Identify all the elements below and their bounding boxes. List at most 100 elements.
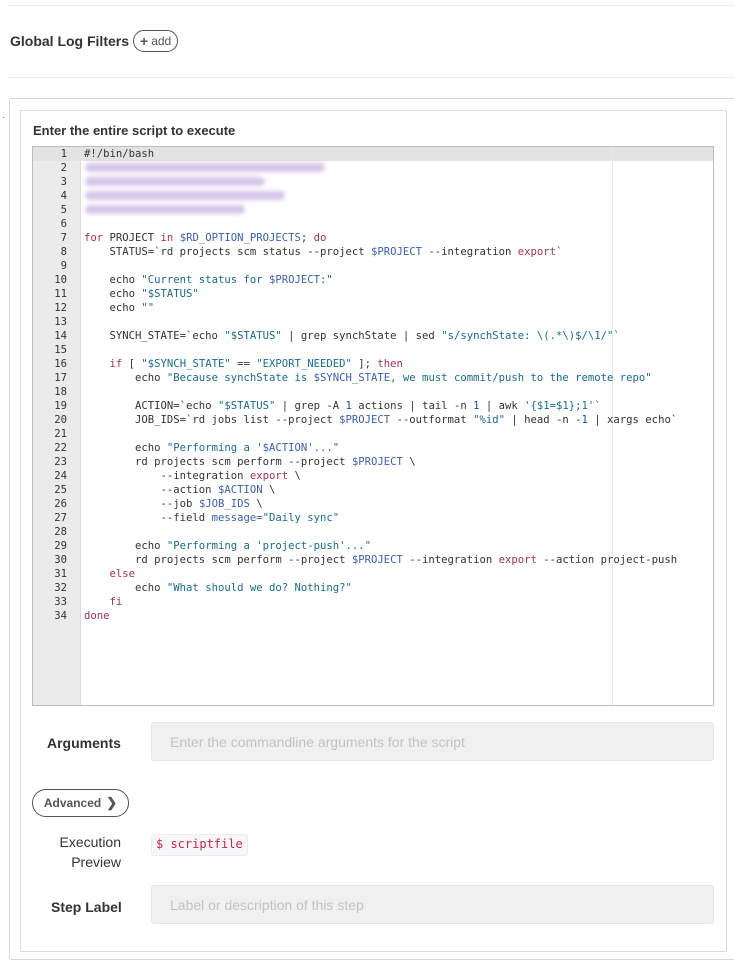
code-token: message= bbox=[211, 512, 263, 524]
code-token: rd projects scm perform --project bbox=[84, 554, 352, 566]
code-text: done bbox=[84, 609, 110, 623]
code-line: 34 done bbox=[33, 609, 713, 623]
code-token: ` bbox=[613, 330, 620, 342]
code-token: | grep -A bbox=[275, 400, 346, 412]
code-token: '..." bbox=[307, 442, 340, 454]
code-text: else bbox=[84, 567, 136, 581]
line-number: 8 bbox=[60, 246, 67, 258]
code-token: done bbox=[84, 610, 110, 622]
line-number: 27 bbox=[54, 512, 67, 524]
line-number: 28 bbox=[54, 526, 67, 538]
code-token: rd projects scm perform --project bbox=[84, 456, 352, 468]
arguments-label: Arguments bbox=[47, 735, 121, 751]
code-line: 32 echo "What should we do? Nothing?" bbox=[33, 581, 713, 595]
code-line: 26 --job $JOB_IDS \ bbox=[33, 497, 713, 511]
code-text: if [ "$SYNCH_STATE" == "EXPORT_NEEDED" ]… bbox=[84, 357, 403, 371]
line-number: 17 bbox=[54, 372, 67, 384]
line-number: 26 bbox=[54, 498, 67, 510]
line-number: 21 bbox=[54, 428, 67, 440]
code-token: --integration bbox=[422, 246, 518, 258]
code-token: echo bbox=[84, 274, 142, 286]
code-token: echo bbox=[84, 302, 142, 314]
code-token: "EXPORT_NEEDED" bbox=[256, 358, 352, 370]
code-token: --action project-push bbox=[536, 554, 678, 566]
code-token: else bbox=[109, 568, 136, 580]
section-divider bbox=[8, 77, 734, 78]
code-text: fi bbox=[84, 595, 123, 609]
code-token: "Daily sync" bbox=[262, 512, 340, 524]
code-token: $PROJECT bbox=[351, 456, 403, 468]
line-number: 23 bbox=[54, 456, 67, 468]
global-log-filters: Global Log Filters + add bbox=[10, 30, 179, 52]
code-text: echo "Current status for $PROJECT:" bbox=[84, 273, 333, 287]
code-token: SYNCH_STATE=`echo bbox=[84, 330, 225, 342]
code-text: #!/bin/bash bbox=[84, 147, 154, 161]
line-number: 25 bbox=[54, 484, 67, 496]
line-number: 33 bbox=[54, 596, 67, 608]
code-line: 31 else bbox=[33, 567, 713, 581]
code-token: ` bbox=[594, 400, 601, 412]
code-line: 19 ACTION=`echo "$STATUS" | grep -A 1 ac… bbox=[33, 399, 713, 413]
execution-label-line1: Execution bbox=[59, 834, 121, 850]
code-token: $SYNCH_STATE bbox=[313, 372, 391, 384]
code-token: $RD_OPTION_PROJECTS bbox=[179, 232, 301, 244]
code-token: ; bbox=[300, 232, 314, 244]
code-token: echo bbox=[84, 540, 167, 552]
code-line: 20 JOB_IDS=`rd jobs list --project $PROJ… bbox=[33, 413, 713, 427]
code-token: "$STATUS" bbox=[141, 288, 199, 300]
code-text: --action $ACTION \ bbox=[84, 483, 276, 497]
line-number: 16 bbox=[54, 358, 67, 370]
code-token: ` bbox=[556, 246, 563, 258]
code-line: 18 bbox=[33, 385, 713, 399]
advanced-toggle-button[interactable]: Advanced ❯ bbox=[32, 789, 129, 817]
code-text: --integration export \ bbox=[84, 469, 301, 483]
code-line: 6 bbox=[33, 217, 713, 231]
code-line: 14 SYNCH_STATE=`echo "$STATUS" | grep sy… bbox=[33, 329, 713, 343]
code-token: | awk bbox=[479, 400, 525, 412]
code-token: $PROJECT bbox=[268, 274, 320, 286]
line-number: 5 bbox=[60, 204, 67, 216]
code-token: \ bbox=[402, 456, 416, 468]
code-token: "" bbox=[141, 302, 155, 314]
code-token: $PROJECT bbox=[351, 554, 403, 566]
code-token: $JOB_IDS bbox=[198, 498, 250, 510]
code-text: echo "Performing a '$ACTION'..." bbox=[84, 441, 339, 455]
code-text: --job $JOB_IDS \ bbox=[84, 497, 263, 511]
code-text: --field message="Daily sync" bbox=[84, 511, 340, 525]
code-token: "$STATUS" bbox=[217, 400, 276, 412]
script-editor[interactable]: 1 #!/bin/bash 2 3 4 5 6 7 for PROJECT in $RD_OPT… bbox=[32, 146, 714, 706]
code-line: 29 echo "Performing a 'project-push'..." bbox=[33, 539, 713, 553]
code-text: SYNCH_STATE=`echo "$STATUS" | grep synch… bbox=[84, 329, 620, 343]
code-token: $PROJECT bbox=[339, 414, 391, 426]
code-line: 21 bbox=[33, 427, 713, 441]
add-log-filter-button[interactable]: + add bbox=[133, 30, 179, 52]
line-number: 1 bbox=[60, 148, 67, 160]
code-token: then bbox=[377, 358, 403, 370]
code-token: "%id" bbox=[473, 414, 505, 426]
code-line: 33 fi bbox=[33, 595, 713, 609]
code-token: echo bbox=[84, 582, 167, 594]
code-line: 16 if [ "$SYNCH_STATE" == "EXPORT_NEEDED… bbox=[33, 357, 713, 371]
code-text: for PROJECT in $RD_OPTION_PROJECTS; do bbox=[84, 231, 326, 245]
code-token: \ bbox=[249, 498, 263, 510]
code-line: 8 STATUS=`rd projects scm status --proje… bbox=[33, 245, 713, 259]
code-token: ]; bbox=[351, 358, 378, 370]
code-line: 12 echo "" bbox=[33, 301, 713, 315]
code-token: export bbox=[498, 554, 537, 566]
code-token: [ bbox=[122, 358, 142, 370]
line-number: 14 bbox=[54, 330, 67, 342]
code-text: echo "" bbox=[84, 301, 155, 315]
code-token: "Performing a 'project-push'..." bbox=[166, 540, 372, 552]
code-line: 15 bbox=[33, 343, 713, 357]
step-label-input[interactable] bbox=[151, 885, 714, 924]
code-token: in bbox=[160, 232, 174, 244]
line-number: 18 bbox=[54, 386, 67, 398]
line-number: 2 bbox=[60, 162, 67, 174]
bullet-dot: · bbox=[2, 112, 6, 123]
code-token: | head -n - bbox=[504, 414, 582, 426]
code-token: "s/synchState: \(.*\)$/\1/" bbox=[441, 330, 614, 342]
line-number: 9 bbox=[60, 260, 67, 272]
code-line: 7 for PROJECT in $RD_OPTION_PROJECTS; do bbox=[33, 231, 713, 245]
arguments-input[interactable] bbox=[151, 722, 714, 761]
